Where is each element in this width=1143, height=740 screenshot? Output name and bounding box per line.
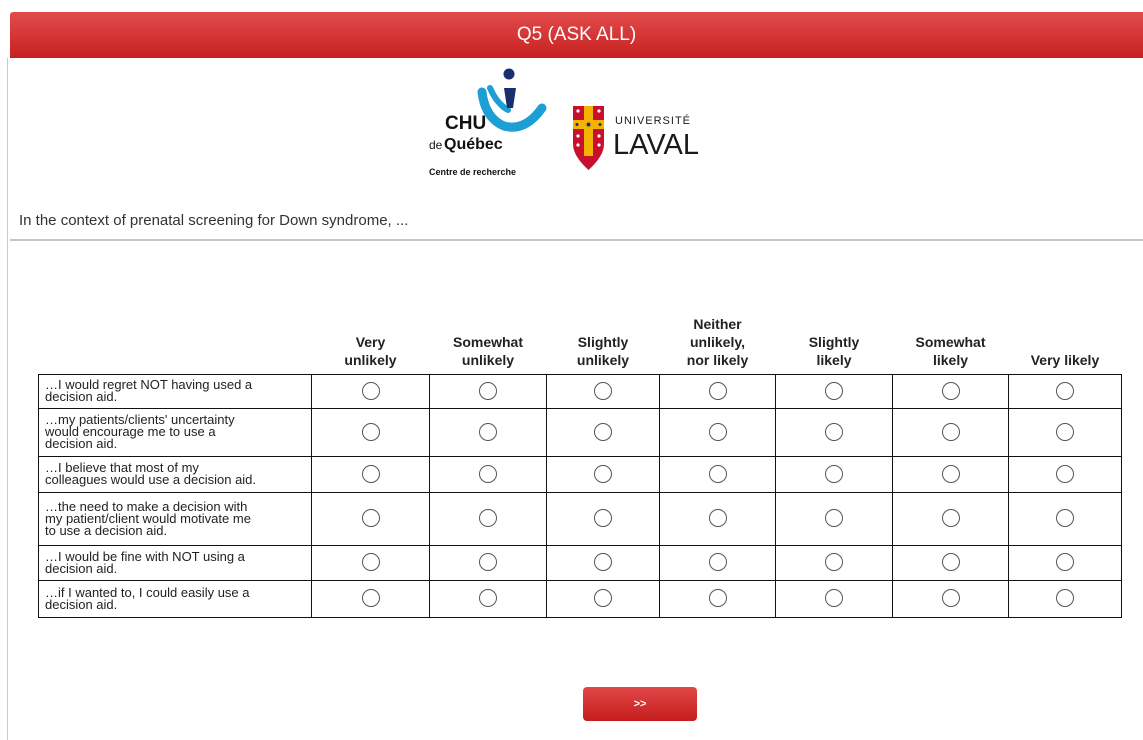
table-row: …the need to make a decision with my pati… bbox=[38, 491, 1122, 546]
radio-option[interactable] bbox=[479, 381, 497, 400]
logos: CHU de Québec Centre de recherche UNIVER… bbox=[429, 68, 699, 177]
radio-option[interactable] bbox=[361, 381, 380, 400]
svg-text:CHU: CHU bbox=[445, 113, 486, 134]
statement-could-easily-use: …if I wanted to, I could easily use a dec… bbox=[38, 579, 312, 618]
question-intro: In the context of prenatal screening for… bbox=[19, 212, 409, 229]
divider bbox=[10, 239, 1143, 241]
radio-option[interactable] bbox=[941, 464, 960, 483]
scale-header-somewhat-unlikely: Somewhat unlikely bbox=[452, 333, 523, 368]
radio-option[interactable] bbox=[361, 553, 380, 572]
radio-option[interactable] bbox=[361, 509, 380, 528]
radio-option[interactable] bbox=[594, 553, 612, 572]
next-button[interactable]: >> bbox=[583, 687, 697, 721]
radio-option[interactable] bbox=[1056, 422, 1074, 441]
page-border bbox=[7, 58, 8, 740]
svg-text:de: de bbox=[429, 138, 443, 152]
radio-option[interactable] bbox=[594, 464, 612, 483]
radio-option[interactable] bbox=[941, 381, 960, 400]
radio-option[interactable] bbox=[708, 509, 727, 528]
radio-option[interactable] bbox=[1056, 381, 1074, 400]
radio-option[interactable] bbox=[1056, 553, 1074, 572]
radio-option[interactable] bbox=[361, 464, 380, 483]
radio-option[interactable] bbox=[825, 589, 843, 608]
statement-fine-not-using: …I would be fine with NOT using a decisio… bbox=[38, 544, 312, 581]
chu-quebec-logo: CHU de Québec Centre de recherche bbox=[429, 68, 547, 177]
table-row: …I would regret NOT having used a decisio… bbox=[38, 373, 1122, 409]
svg-text:Centre de recherche: Centre de recherche bbox=[429, 167, 516, 177]
table-row: …I believe that most of my colleagues wou… bbox=[38, 455, 1122, 493]
statement-need-to-decide: …the need to make a decision with my pati… bbox=[38, 491, 312, 546]
scale-header-very-likely: Very likely bbox=[1030, 351, 1100, 368]
radio-option[interactable] bbox=[941, 509, 960, 528]
statement-uncertainty: …my patients/clients' uncertainty would e… bbox=[38, 407, 312, 457]
radio-option[interactable] bbox=[941, 422, 960, 441]
radio-option[interactable] bbox=[708, 464, 727, 483]
radio-option[interactable] bbox=[361, 589, 380, 608]
radio-option[interactable] bbox=[479, 509, 497, 528]
svg-text:Québec: Québec bbox=[444, 136, 503, 153]
radio-option[interactable] bbox=[708, 553, 727, 572]
scale-header-neither: Neither unlikely, nor likely bbox=[686, 315, 749, 368]
radio-option[interactable] bbox=[825, 509, 843, 528]
scale-header-row: Very unlikely Somewhat unlikely Slightly un… bbox=[39, 296, 1122, 374]
radio-option[interactable] bbox=[708, 422, 727, 441]
statement-column-header bbox=[39, 296, 312, 374]
radio-option[interactable] bbox=[825, 464, 843, 483]
table-row: …if I wanted to, I could easily use a dec… bbox=[38, 579, 1122, 618]
radio-option[interactable] bbox=[1056, 589, 1074, 608]
next-button-label: >> bbox=[633, 698, 647, 710]
scale-header-slightly-likely: Slightly likely bbox=[808, 333, 860, 368]
radio-option[interactable] bbox=[708, 589, 727, 608]
radio-option[interactable] bbox=[1056, 464, 1074, 483]
radio-option[interactable] bbox=[941, 553, 960, 572]
scale-header-somewhat-likely: Somewhat likely bbox=[915, 333, 986, 368]
table-row: …I would be fine with NOT using a decisio… bbox=[38, 544, 1122, 581]
universite-laval-logo: UNIVERSITÉ LAVAL bbox=[573, 106, 699, 170]
svg-text:UNIVERSITÉ: UNIVERSITÉ bbox=[615, 114, 691, 127]
table-row: …my patients/clients' uncertainty would e… bbox=[38, 407, 1122, 457]
radio-option[interactable] bbox=[594, 589, 612, 608]
statement-colleagues: …I believe that most of my colleagues wou… bbox=[38, 455, 312, 493]
svg-text:LAVAL: LAVAL bbox=[613, 129, 699, 161]
radio-option[interactable] bbox=[941, 589, 960, 608]
radio-option[interactable] bbox=[594, 381, 612, 400]
radio-option[interactable] bbox=[479, 589, 497, 608]
statement-regret-not-using: …I would regret NOT having used a decisio… bbox=[38, 373, 312, 409]
radio-option[interactable] bbox=[594, 509, 612, 528]
question-header: Q5 (ASK ALL) bbox=[10, 12, 1143, 58]
likert-grid: Very unlikely Somewhat unlikely Slightly un… bbox=[38, 296, 1122, 618]
radio-option[interactable] bbox=[825, 381, 843, 400]
scale-header-very-unlikely: Very unlikely bbox=[344, 333, 397, 368]
radio-option[interactable] bbox=[1056, 509, 1074, 528]
radio-option[interactable] bbox=[479, 553, 497, 572]
radio-option[interactable] bbox=[479, 464, 497, 483]
question-title: Q5 (ASK ALL) bbox=[516, 24, 637, 45]
scale-header-slightly-unlikely: Slightly unlikely bbox=[576, 333, 630, 368]
radio-option[interactable] bbox=[825, 422, 843, 441]
radio-option[interactable] bbox=[361, 422, 380, 441]
radio-option[interactable] bbox=[594, 422, 612, 441]
radio-option[interactable] bbox=[479, 422, 497, 441]
radio-option[interactable] bbox=[708, 381, 727, 400]
radio-option[interactable] bbox=[825, 553, 843, 572]
